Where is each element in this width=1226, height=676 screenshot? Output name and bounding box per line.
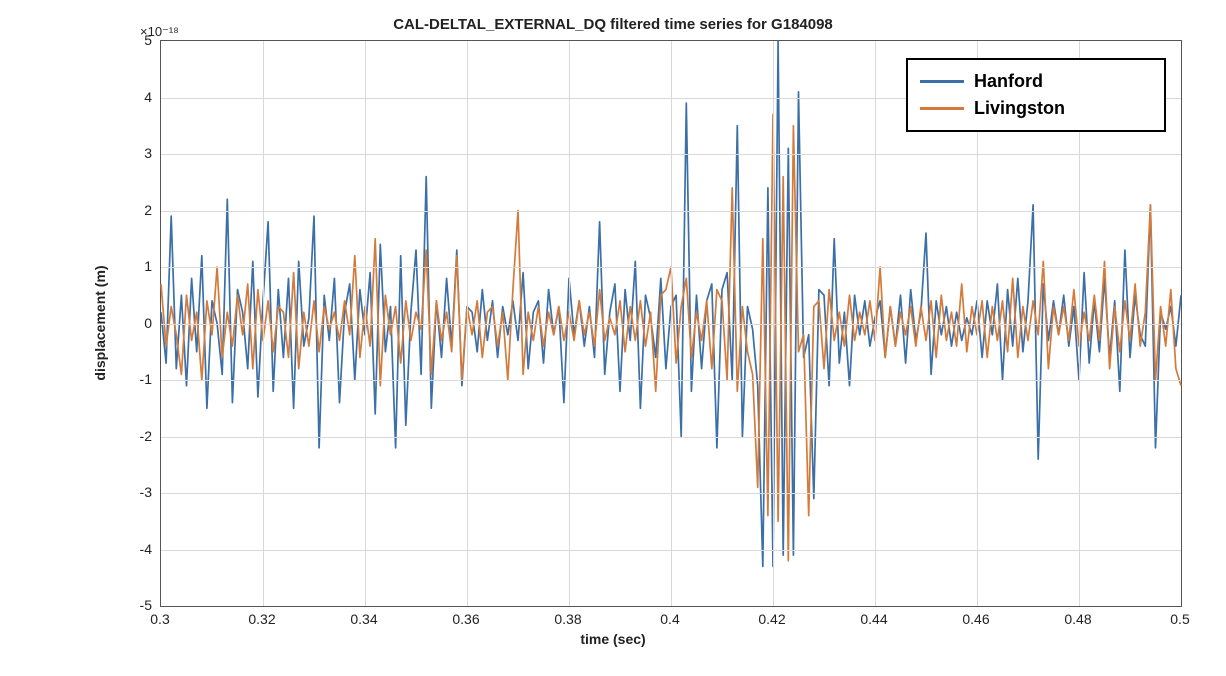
y-tick-label: 4 bbox=[144, 89, 160, 105]
x-tick-label: 0.48 bbox=[1064, 611, 1091, 627]
y-tick-label: -4 bbox=[140, 541, 160, 557]
y-axis-label: displacement (m) bbox=[92, 265, 108, 380]
x-tick-label: 0.38 bbox=[554, 611, 581, 627]
x-tick-label: 0.36 bbox=[452, 611, 479, 627]
y-gridline bbox=[161, 154, 1181, 155]
x-tick-label: 0.4 bbox=[660, 611, 679, 627]
x-tick-label: 0.42 bbox=[758, 611, 785, 627]
y-tick-label: -3 bbox=[140, 484, 160, 500]
x-axis-label: time (sec) bbox=[580, 631, 645, 647]
y-gridline bbox=[161, 267, 1181, 268]
y-tick-label: 3 bbox=[144, 145, 160, 161]
legend-label: Hanford bbox=[974, 68, 1043, 95]
y-gridline bbox=[161, 324, 1181, 325]
y-tick-label: 2 bbox=[144, 202, 160, 218]
y-tick-label: 1 bbox=[144, 258, 160, 274]
y-gridline bbox=[161, 437, 1181, 438]
y-tick-label: -2 bbox=[140, 428, 160, 444]
legend-swatch-icon bbox=[920, 80, 964, 83]
x-tick-label: 0.3 bbox=[150, 611, 169, 627]
legend-entry: Livingston bbox=[920, 95, 1150, 122]
y-tick-label: -1 bbox=[140, 371, 160, 387]
x-tick-label: 0.44 bbox=[860, 611, 887, 627]
legend-entry: Hanford bbox=[920, 68, 1150, 95]
y-gridline bbox=[161, 493, 1181, 494]
y-tick-label: 5 bbox=[144, 32, 160, 48]
y-gridline bbox=[161, 211, 1181, 212]
legend-label: Livingston bbox=[974, 95, 1065, 122]
x-tick-label: 0.32 bbox=[248, 611, 275, 627]
y-gridline bbox=[161, 380, 1181, 381]
figure: CAL-DELTAL_EXTERNAL_DQ filtered time ser… bbox=[0, 0, 1226, 676]
y-tick-label: -5 bbox=[140, 597, 160, 613]
legend: HanfordLivingston bbox=[906, 58, 1166, 132]
y-tick-label: 0 bbox=[144, 315, 160, 331]
x-tick-label: 0.34 bbox=[350, 611, 377, 627]
y-gridline bbox=[161, 550, 1181, 551]
x-tick-label: 0.46 bbox=[962, 611, 989, 627]
legend-swatch-icon bbox=[920, 107, 964, 110]
x-tick-label: 0.5 bbox=[1170, 611, 1189, 627]
chart-title: CAL-DELTAL_EXTERNAL_DQ filtered time ser… bbox=[393, 16, 833, 33]
